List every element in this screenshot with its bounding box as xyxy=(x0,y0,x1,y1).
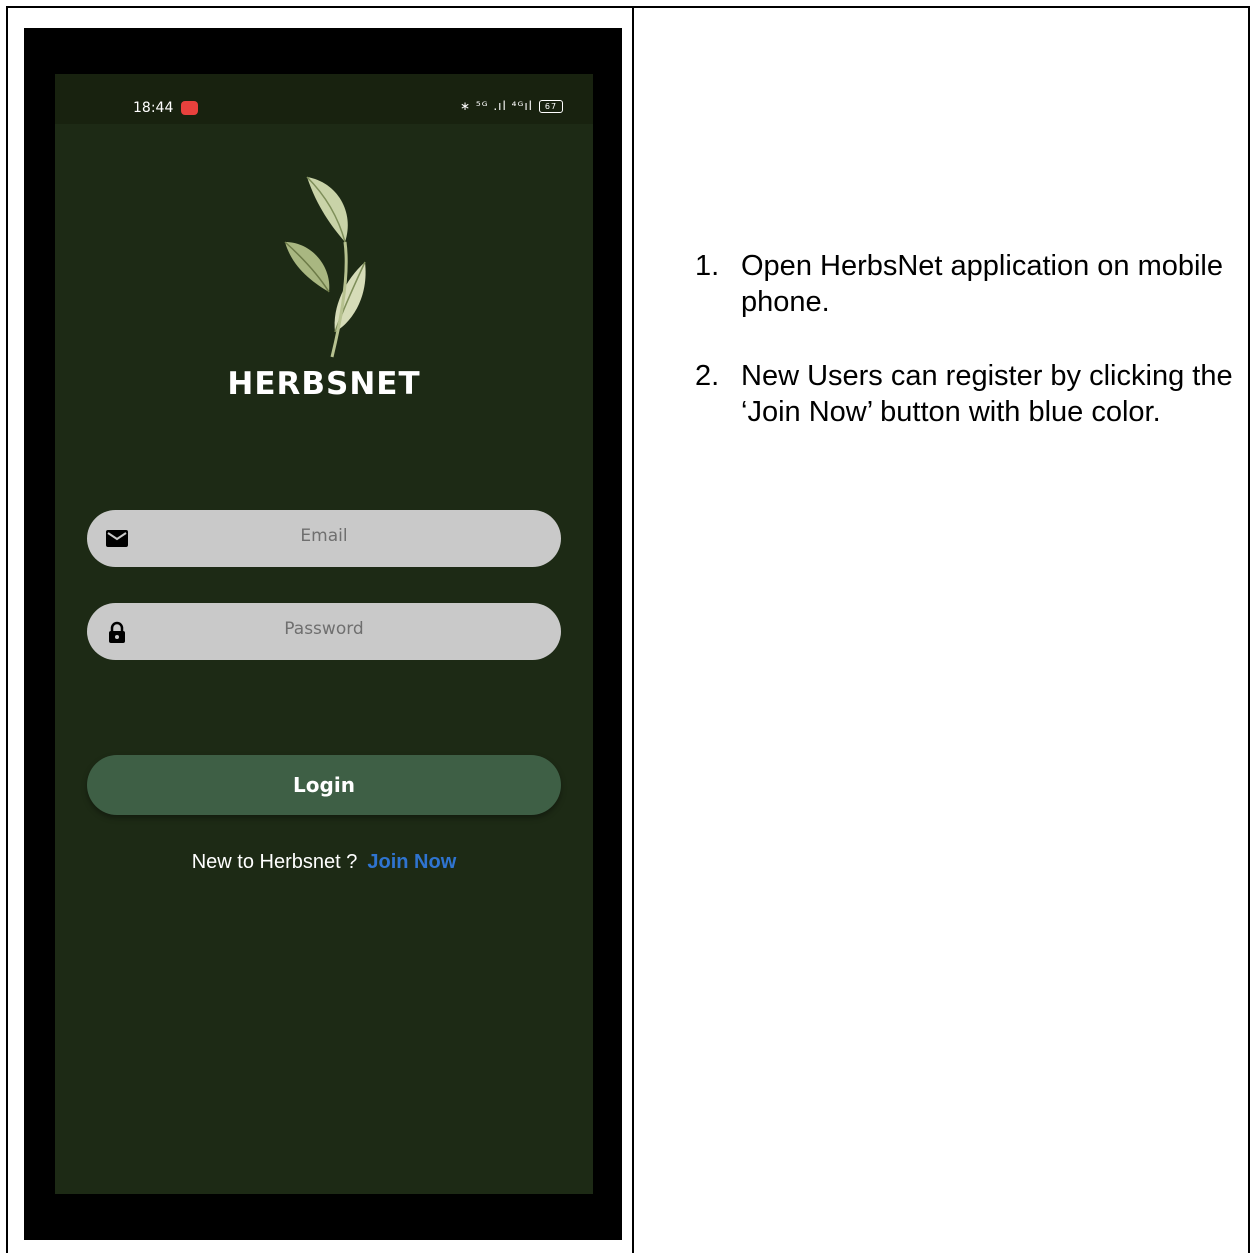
leaf-logo-icon xyxy=(284,176,366,358)
instruction-list: 1. Open HerbsNet application on mobile p… xyxy=(695,248,1240,468)
battery-icon: 67 xyxy=(539,99,563,113)
instruction-number: 2. xyxy=(695,360,720,392)
signal-icons: ∗ ⁵ᴳ .ıl ⁴ᴳıl xyxy=(460,99,533,113)
password-field[interactable]: Password xyxy=(87,603,561,660)
instruction-item: 1. Open HerbsNet application on mobile p… xyxy=(695,248,1240,320)
table-divider xyxy=(632,6,634,1253)
email-field[interactable]: Email xyxy=(87,510,561,567)
status-bar: 18:44 ∗ ⁵ᴳ .ıl ⁴ᴳıl 67 xyxy=(55,74,593,124)
status-icons: ∗ ⁵ᴳ .ıl ⁴ᴳıl 67 xyxy=(460,99,563,113)
email-placeholder: Email xyxy=(300,526,348,546)
join-now-link[interactable]: Join Now xyxy=(367,851,456,873)
new-user-text: New to Herbsnet ? xyxy=(191,851,358,873)
instruction-text: Open HerbsNet application on mobile phon… xyxy=(741,250,1223,318)
instruction-text: New Users can register by clicking the ‘… xyxy=(741,360,1233,428)
instruction-item: 2. New Users can register by clicking th… xyxy=(695,358,1240,430)
instruction-number: 1. xyxy=(695,250,720,282)
status-time: 18:44 xyxy=(133,100,174,116)
password-placeholder: Password xyxy=(284,619,364,639)
login-button[interactable]: Login xyxy=(87,755,561,815)
brand-title: HERBSNET xyxy=(227,366,421,402)
join-row: New to Herbsnet ? Join Now xyxy=(55,851,593,874)
recording-icon xyxy=(181,101,198,115)
app-screen: 18:44 ∗ ⁵ᴳ .ıl ⁴ᴳıl 67 HERBSNET Email Pa… xyxy=(55,74,593,1194)
